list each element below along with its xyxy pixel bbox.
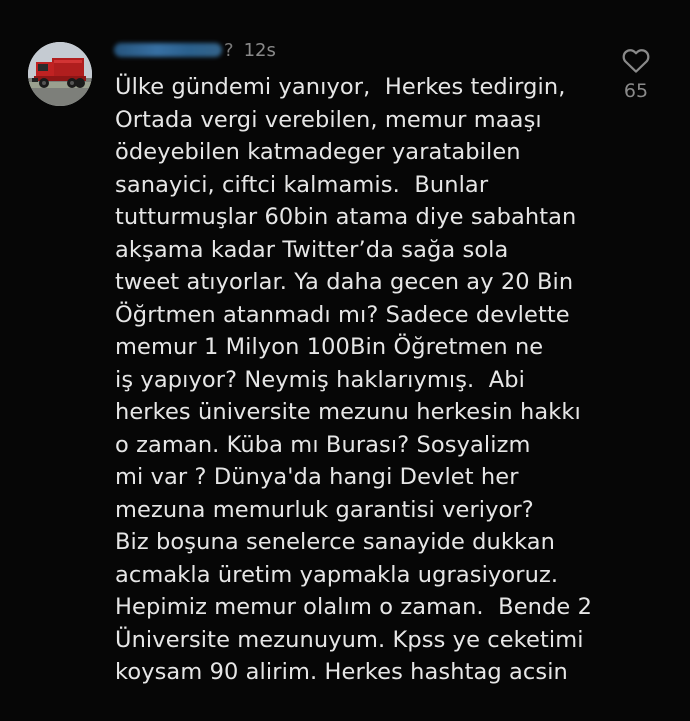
comment-line: sanayici, ciftci kalmamis. Bunlar bbox=[115, 171, 489, 198]
comment-line: tweet atıyorlar. Ya daha gecen ay 20 Bin bbox=[115, 269, 574, 295]
heart-outline-icon bbox=[622, 49, 650, 73]
comment-line: iş yapıyor? Neymiş haklarıymış. Abi bbox=[115, 366, 526, 393]
comment-line: Biz boşuna senelerce sanayide dukkan bbox=[115, 529, 556, 555]
comment-line: Ülke gündemi yanıyor, Herkes tedirgin, bbox=[115, 74, 566, 100]
comment-line: memur 1 Milyon 100Bin Öğretmen ne bbox=[115, 334, 544, 360]
comment-text: Ülke gündemi yanıyor, Herkes tedirgin, Or… bbox=[115, 71, 615, 689]
comment-line: Öğrtmen atanmadı mı? Sadece devlette bbox=[115, 301, 570, 328]
comment-line: herkes üniversite mezunu herkesin hakkı bbox=[115, 399, 581, 425]
comment-line: Üniversite mezunuyum. Kpss ye ceketimi bbox=[115, 626, 584, 653]
username-visible-suffix[interactable]: ? bbox=[224, 40, 234, 61]
comment-line: acmakla üretim yapmakla ugrasiyoruz. bbox=[115, 561, 559, 588]
comment-line: tutturmuşlar 60bin atama diye sabahtan bbox=[115, 204, 577, 230]
comment-header: ? 12s bbox=[114, 36, 276, 64]
comment-line: mi var ? Dünya'da hangi Devlet her bbox=[115, 464, 519, 490]
comment-screen: ? 12s Ülke gündemi yanıyor, Herkes tedir… bbox=[0, 0, 690, 721]
comment-line: Hepimiz memur olalım o zaman. Bende 2 bbox=[115, 594, 593, 620]
avatar[interactable] bbox=[28, 42, 92, 106]
like-button[interactable]: 65 bbox=[596, 46, 676, 102]
username-redacted[interactable] bbox=[114, 43, 222, 57]
comment-line: koysam 90 alirim. Herkes hashtag acsin bbox=[115, 659, 568, 685]
comment-line: mezuna memurluk garantisi veriyor? bbox=[115, 496, 534, 523]
comment-line: Ortada vergi verebilen, memur maaşı bbox=[115, 106, 542, 133]
red-truck-photo-icon bbox=[28, 42, 92, 106]
comment-line: ödeyebilen katmadeger yaratabilen bbox=[115, 139, 521, 165]
comment-line: o zaman. Küba mı Burası? Sosyalizm bbox=[115, 431, 531, 458]
comment-timestamp: 12s bbox=[243, 39, 276, 61]
like-count: 65 bbox=[623, 80, 649, 102]
comment-line: akşama kadar Twitter’da sağa sola bbox=[115, 236, 509, 263]
